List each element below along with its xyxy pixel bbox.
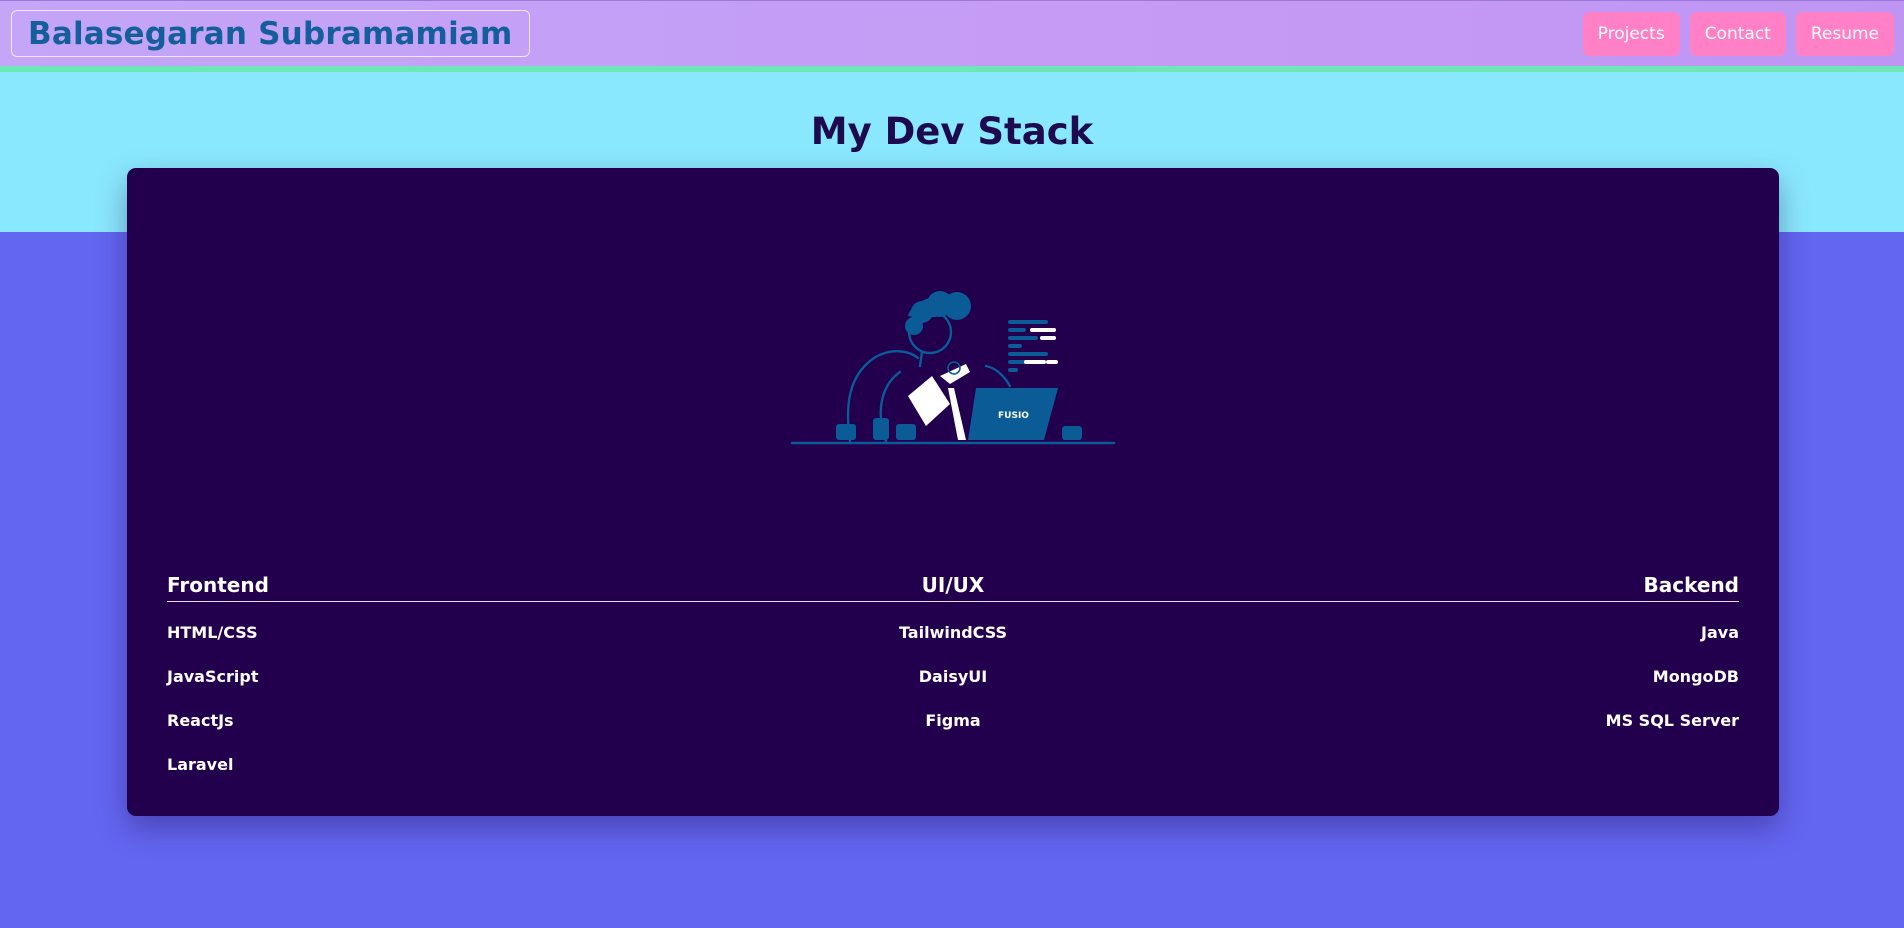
backend-heading: Backend — [1643, 573, 1739, 597]
list-item: MongoDB — [1652, 667, 1739, 686]
list-item: ReactJs — [167, 711, 234, 730]
list-item: TailwindCSS — [898, 623, 1008, 642]
list-item: MS SQL Server — [1605, 711, 1739, 730]
list-item: Figma — [925, 711, 981, 730]
resume-button[interactable]: Resume — [1795, 12, 1894, 56]
uiux-list: TailwindCSS DaisyUI Figma — [853, 622, 1053, 754]
list-item: Java — [1701, 623, 1739, 642]
contact-button[interactable]: Contact — [1689, 12, 1786, 56]
backend-list: Java MongoDB MS SQL Server — [1606, 622, 1739, 754]
top-navbar: Balasegaran Subramamiam Projects Contact… — [0, 0, 1904, 66]
nav-links: Projects Contact Resume — [1582, 12, 1894, 56]
stack-columns-header: Frontend UI/UX Backend — [167, 570, 1739, 602]
list-item: DaisyUI — [918, 667, 988, 686]
frontend-list: HTML/CSS JavaScript ReactJs Laravel — [167, 622, 258, 798]
list-item: JavaScript — [167, 667, 259, 686]
page-title: My Dev Stack — [810, 110, 1094, 153]
developer-at-laptop-illustration: FUSIO — [790, 291, 1116, 445]
list-item: HTML/CSS — [167, 623, 258, 642]
uiux-heading: UI/UX — [921, 573, 985, 597]
projects-button[interactable]: Projects — [1582, 12, 1680, 56]
list-item: Laravel — [167, 755, 234, 774]
svg-text:FUSIO: FUSIO — [998, 411, 1029, 421]
brand-name-link[interactable]: Balasegaran Subramamiam — [11, 10, 530, 57]
